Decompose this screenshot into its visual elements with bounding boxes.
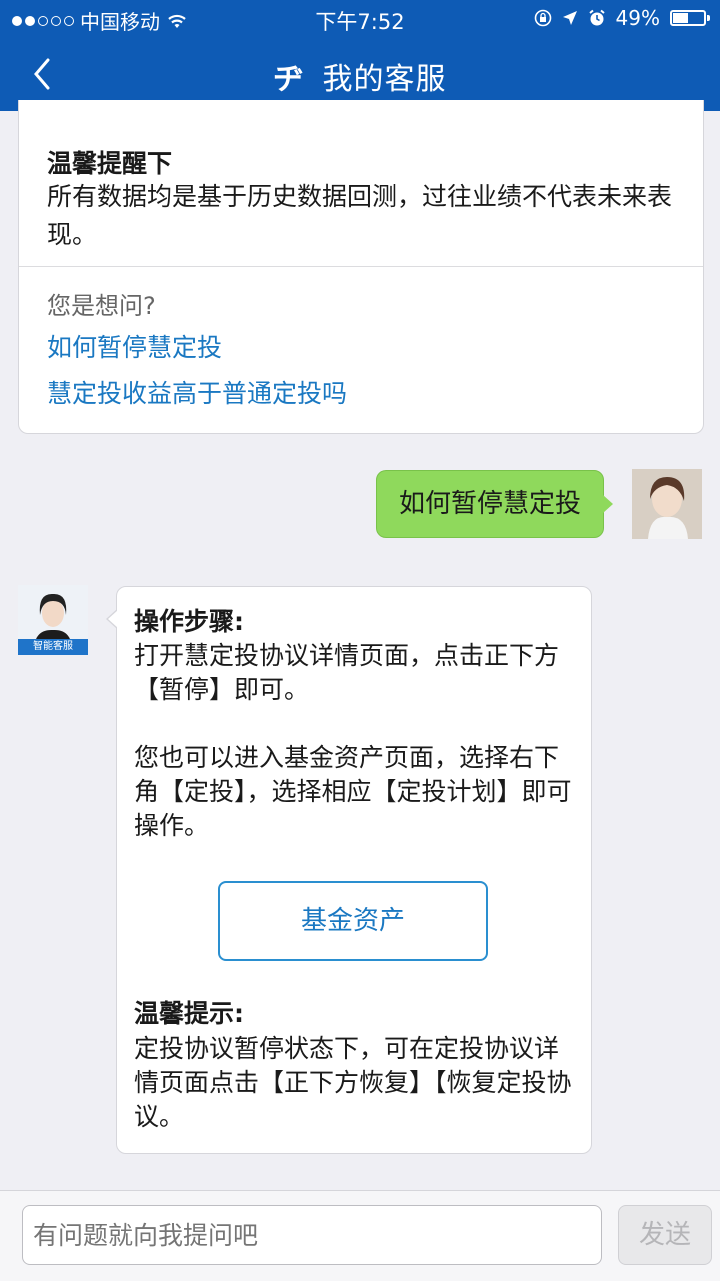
- battery-fill: [673, 13, 688, 23]
- title-glyph: ヂ: [273, 62, 305, 97]
- steps-title: 操作步骤:: [134, 607, 244, 636]
- suggestion-link[interactable]: 慧定投收益高于普通定投吗: [47, 374, 347, 410]
- user-message-bubble[interactable]: 如何暂停慧定投: [376, 470, 613, 538]
- reminder-title: 温馨提示:: [134, 999, 244, 1028]
- alt-body: 您也可以进入基金资产页面，选择右下角【定投】，选择相应【定投计划】即可操作。: [134, 743, 572, 840]
- divider: [19, 266, 703, 267]
- tip-body: 所有数据均是基于历史数据回测，过往业绩不代表未来表现。: [47, 182, 673, 249]
- status-bar: 中国移动 下午7:52 49%: [0, 0, 720, 36]
- fund-assets-button[interactable]: 基金资产: [218, 881, 488, 961]
- bot-badge: 智能客服: [18, 639, 88, 655]
- status-right: 49%: [534, 6, 710, 30]
- bot-avatar[interactable]: 智能客服: [18, 585, 88, 655]
- title-text: 我的客服: [322, 62, 447, 97]
- ask-label: 您是想问?: [47, 292, 156, 320]
- user-avatar[interactable]: [632, 469, 702, 539]
- steps-body: 打开慧定投协议详情页面，点击正下方【暂停】即可。: [134, 641, 560, 704]
- tip-title: 温馨提醒下: [47, 149, 173, 178]
- top-bar: 中国移动 下午7:52 49% ヂ 我的客服: [0, 0, 720, 111]
- lock-rotation-icon: [534, 9, 551, 27]
- send-button[interactable]: 发送: [618, 1205, 712, 1265]
- tip-card: 温馨提醒下 所有数据均是基于历史数据回测，过往业绩不代表未来表现。 您是想问? …: [18, 100, 704, 434]
- message-input[interactable]: [22, 1205, 602, 1265]
- suggestion-link[interactable]: 如何暂停慧定投: [47, 328, 222, 364]
- input-bar: 发送: [0, 1190, 720, 1281]
- battery-percent: 49%: [615, 6, 660, 30]
- alarm-icon: [588, 9, 605, 26]
- battery-icon: [670, 10, 710, 26]
- reminder-body: 定投协议暂停状态下，可在定投协议详情页面点击【正下方恢复】【恢复定投协议。: [134, 1034, 572, 1131]
- page-title: ヂ我的客服: [0, 54, 720, 98]
- user-avatar-image: [632, 469, 702, 539]
- location-arrow-icon: [562, 11, 577, 25]
- bot-answer-card: 操作步骤: 打开慧定投协议详情页面，点击正下方【暂停】即可。 您也可以进入基金资…: [106, 586, 592, 1154]
